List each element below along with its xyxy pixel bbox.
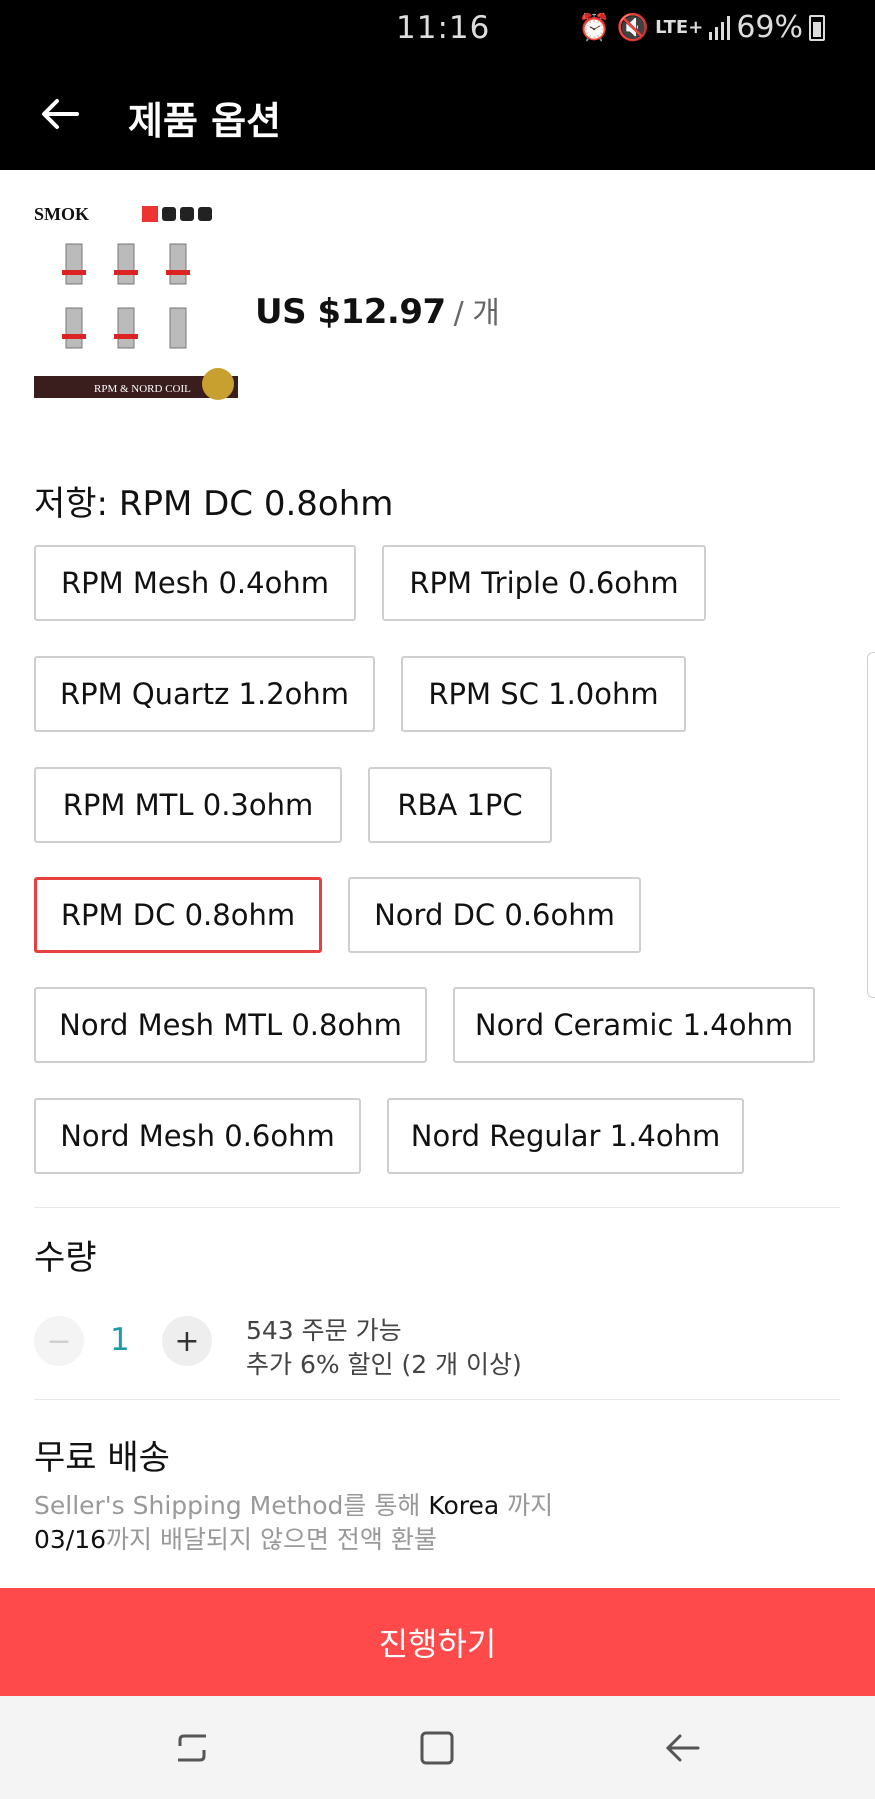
option-title: 저항: RPM DC 0.8ohm [34, 484, 394, 524]
option-chip[interactable]: RPM Mesh 0.4ohm [34, 545, 356, 621]
option-chip[interactable]: RPM MTL 0.3ohm [34, 767, 342, 843]
divider [34, 1399, 840, 1400]
shipping-via: 를 통해 [343, 1491, 421, 1520]
option-label: RPM Quartz 1.2ohm [59, 677, 350, 711]
plus-icon: + [174, 1323, 200, 1359]
guarantee-text: 까지 배달되지 않으면 전액 환불 [106, 1525, 437, 1554]
option-label: RPM DC 0.8ohm [60, 898, 296, 932]
battery-icon [809, 14, 825, 41]
option-chip[interactable]: RPM Triple 0.6ohm [382, 545, 706, 621]
option-label: RBA 1PC [397, 788, 523, 822]
alarm-icon: ⏰ [578, 12, 611, 43]
product-brand-text: SMOK [34, 204, 89, 224]
shipping-title: 무료 배송 [34, 1438, 170, 1478]
shipping-to: 까지 [507, 1491, 554, 1520]
signal-icon [709, 15, 731, 40]
edge-panel-handle[interactable] [867, 652, 875, 998]
delivery-guarantee: 03/16까지 배달되지 않으면 전액 환불 [34, 1520, 437, 1556]
option-label: Nord Regular 1.4ohm [410, 1119, 721, 1153]
option-chip[interactable]: RPM SC 1.0ohm [401, 656, 686, 732]
shipping-country: Korea [428, 1491, 500, 1520]
quantity-title: 수량 [34, 1238, 97, 1278]
option-chip[interactable]: RBA 1PC [368, 767, 552, 843]
option-label: RPM MTL 0.3ohm [62, 788, 314, 822]
quantity-value[interactable]: 1 [110, 1322, 130, 1358]
minus-icon: − [46, 1323, 72, 1359]
delivery-date: 03/16 [34, 1525, 107, 1554]
system-nav-bar [0, 1696, 875, 1799]
option-chip[interactable]: Nord Mesh MTL 0.8ohm [34, 987, 427, 1063]
stock-available: 543 주문 가능 [246, 1316, 402, 1345]
back-button[interactable] [32, 86, 88, 142]
status-bar: 11:16 ⏰ 🔇 LTE+ 69% [0, 0, 875, 56]
system-back-button[interactable] [654, 1720, 710, 1776]
stock-info: 543 주문 가능 추가 6% 할인 (2 개 이상) [246, 1314, 522, 1382]
divider [34, 1207, 840, 1208]
shipping-method: Seller's Shipping Method를 통해 Korea 까지 [34, 1486, 553, 1522]
option-label: Nord Mesh 0.6ohm [60, 1119, 335, 1153]
page-title: 제품 옵션 [128, 99, 282, 143]
option-label: RPM Triple 0.6ohm [409, 566, 679, 600]
status-time: 11:16 [396, 10, 491, 46]
gift-icon [142, 206, 158, 222]
battery-percent: 69% [736, 10, 803, 45]
proceed-button[interactable]: 진행하기 [0, 1588, 875, 1696]
home-icon [420, 1731, 454, 1765]
system-back-icon [665, 1734, 700, 1762]
option-chip[interactable]: Nord Regular 1.4ohm [387, 1098, 744, 1174]
product-image[interactable]: SMOK RPM & NORD COIL [34, 200, 238, 404]
option-chip-selected[interactable]: RPM DC 0.8ohm [34, 877, 322, 953]
price-value: US $12.97 [255, 292, 446, 332]
price-unit: / 개 [453, 296, 500, 331]
option-label: Nord Mesh MTL 0.8ohm [59, 1008, 402, 1042]
network-type: LTE+ [655, 17, 704, 38]
mute-icon: 🔇 [616, 12, 650, 43]
quantity-plus-button[interactable]: + [162, 1316, 212, 1366]
price: US $12.97/ 개 [255, 288, 500, 332]
bulk-discount: 추가 6% 할인 (2 개 이상) [246, 1350, 522, 1379]
shipping-method-name: Seller's Shipping Method [34, 1491, 344, 1520]
option-label: RPM Mesh 0.4ohm [61, 566, 329, 600]
option-label: RPM SC 1.0ohm [428, 677, 659, 711]
recents-icon [178, 1734, 206, 1762]
option-chip[interactable]: Nord DC 0.6ohm [348, 877, 641, 953]
option-label: Nord DC 0.6ohm [374, 898, 615, 932]
product-banner-text: RPM & NORD COIL [94, 383, 191, 395]
recents-button[interactable] [164, 1720, 220, 1776]
home-button[interactable] [409, 1720, 465, 1776]
option-chip[interactable]: RPM Quartz 1.2ohm [34, 656, 375, 732]
back-arrow-icon [42, 99, 79, 129]
header: 제품 옵션 [0, 56, 875, 170]
status-icons: ⏰ 🔇 LTE+ 69% [578, 10, 825, 45]
option-label: Nord Ceramic 1.4ohm [474, 1008, 794, 1042]
quantity-minus-button[interactable]: − [34, 1316, 84, 1366]
option-chip[interactable]: Nord Ceramic 1.4ohm [453, 987, 815, 1063]
option-chip[interactable]: Nord Mesh 0.6ohm [34, 1098, 361, 1174]
